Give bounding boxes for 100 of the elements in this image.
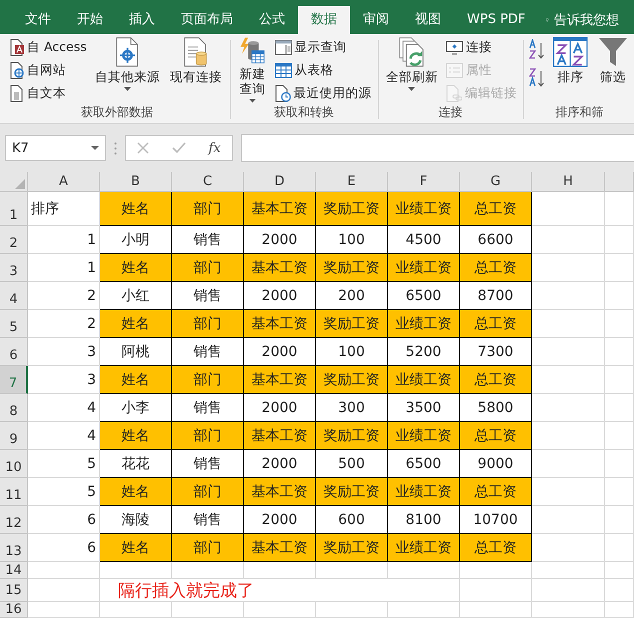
table-cell: 业绩工资: [388, 534, 460, 562]
column-header[interactable]: B: [100, 172, 172, 192]
column-header[interactable]: [605, 172, 634, 192]
sort-ascending-icon: [529, 39, 546, 61]
row-header[interactable]: 8: [0, 394, 28, 422]
ribbon-button[interactable]: 排序: [551, 37, 590, 103]
row-header[interactable]: 15: [0, 579, 28, 602]
ribbon-tab[interactable]: 插入: [116, 6, 168, 34]
ribbon-button[interactable]: 自网站: [10, 61, 87, 79]
table-cell: 业绩工资: [388, 422, 460, 450]
note-text: 隔行插入就完成了: [100, 579, 388, 602]
empty-cell: [172, 562, 244, 579]
row-header[interactable]: 4: [0, 282, 28, 310]
column-header[interactable]: E: [316, 172, 388, 192]
table-icon: [274, 62, 292, 78]
ribbon-button[interactable]: [529, 69, 546, 87]
ribbon-button[interactable]: 显示查询: [274, 38, 372, 56]
tell-me-field[interactable]: 告诉我您想: [546, 6, 634, 34]
group-label: 连接: [437, 104, 464, 121]
sort-descending-icon: [529, 67, 546, 89]
row-header[interactable]: 12: [0, 506, 28, 534]
empty-cell: [605, 579, 634, 602]
web-file-icon: [10, 62, 24, 78]
window-icon: [274, 40, 292, 54]
document-target-icon: [114, 37, 140, 67]
filter-icon: [598, 37, 628, 67]
table-cell: 4: [28, 394, 100, 422]
empty-cell: [605, 422, 634, 450]
empty-cell: [605, 506, 634, 534]
empty-cell: [388, 579, 460, 602]
ribbon-button[interactable]: 全部刷新: [384, 37, 440, 103]
ribbon-button[interactable]: 从表格: [274, 61, 372, 79]
row-header[interactable]: 2: [0, 226, 28, 254]
row-header[interactable]: 10: [0, 450, 28, 478]
empty-cell: [605, 394, 634, 422]
table-cell: 6: [28, 506, 100, 534]
ribbon-button[interactable]: 连接: [446, 38, 517, 56]
ribbon-tab[interactable]: 公式: [246, 6, 298, 34]
column-header[interactable]: A: [28, 172, 100, 192]
ribbon-tab[interactable]: WPS PDF: [454, 6, 538, 34]
ribbon-button[interactable]: 自 Access: [10, 38, 87, 56]
empty-cell: [100, 562, 172, 579]
ribbon-button[interactable]: 现有连接: [168, 37, 224, 103]
row-header[interactable]: 6: [0, 338, 28, 366]
ribbon-button[interactable]: 最近使用的源: [274, 84, 372, 102]
row-header[interactable]: 13: [0, 534, 28, 562]
empty-cell: [316, 562, 388, 579]
empty-cell: [605, 602, 634, 618]
group-label: 获取外部数据: [80, 104, 154, 121]
table-cell: 基本工资: [244, 366, 316, 394]
empty-cell: [100, 602, 172, 618]
column-header[interactable]: F: [388, 172, 460, 192]
insert-function-button[interactable]: fx: [208, 140, 221, 156]
table-cell: 部门: [172, 366, 244, 394]
table-cell: 基本工资: [244, 422, 316, 450]
ribbon-button[interactable]: 新建 查询: [236, 37, 269, 103]
column-header[interactable]: H: [532, 172, 605, 192]
group-label: 获取和转换: [272, 104, 335, 121]
row-header[interactable]: 9: [0, 422, 28, 450]
column-header[interactable]: G: [460, 172, 532, 192]
table-cell: 1: [28, 226, 100, 254]
row-header[interactable]: 7: [0, 366, 28, 394]
ribbon-tab[interactable]: 页面布局: [168, 6, 246, 34]
empty-cell: [172, 602, 244, 618]
column-header[interactable]: C: [172, 172, 244, 192]
formula-input[interactable]: [241, 134, 634, 162]
empty-cell: [605, 282, 634, 310]
empty-cell: [605, 366, 634, 394]
row-header[interactable]: 3: [0, 254, 28, 282]
row-header[interactable]: 5: [0, 310, 28, 338]
row-header[interactable]: 14: [0, 562, 28, 579]
check-icon[interactable]: [172, 142, 186, 154]
more-icon: [114, 142, 117, 154]
ribbon-button[interactable]: [529, 41, 546, 59]
document-clock-icon: [274, 84, 291, 102]
row-header[interactable]: 1: [0, 192, 28, 226]
column-header[interactable]: D: [244, 172, 316, 192]
table-cell: 总工资: [460, 254, 532, 282]
ribbon-tab[interactable]: 文件: [12, 6, 64, 34]
ribbon-button[interactable]: 筛选: [596, 37, 630, 103]
document-chain-icon: [446, 84, 462, 102]
monitor-icon: [446, 40, 463, 54]
empty-cell: [605, 562, 634, 579]
ribbon-button[interactable]: 自其他来源: [92, 37, 162, 103]
table-cell: 基本工资: [244, 310, 316, 338]
table-cell: 部门: [172, 478, 244, 506]
ribbon-tab[interactable]: 审阅: [350, 6, 402, 34]
ribbon-button[interactable]: 自文本: [10, 84, 87, 102]
cancel-icon[interactable]: [137, 142, 150, 154]
empty-cell: [605, 450, 634, 478]
ribbon-tab[interactable]: 视图: [402, 6, 454, 34]
table-cell: 姓名: [100, 478, 172, 506]
empty-cell: [244, 602, 316, 618]
row-header[interactable]: 16: [0, 602, 28, 618]
select-all-icon[interactable]: [15, 179, 25, 189]
ribbon-tab[interactable]: 开始: [64, 6, 116, 34]
ribbon-tab[interactable]: 数据: [298, 6, 350, 34]
table-cell: 基本工资: [244, 192, 316, 226]
name-box[interactable]: K7: [5, 135, 106, 161]
row-header[interactable]: 11: [0, 478, 28, 506]
